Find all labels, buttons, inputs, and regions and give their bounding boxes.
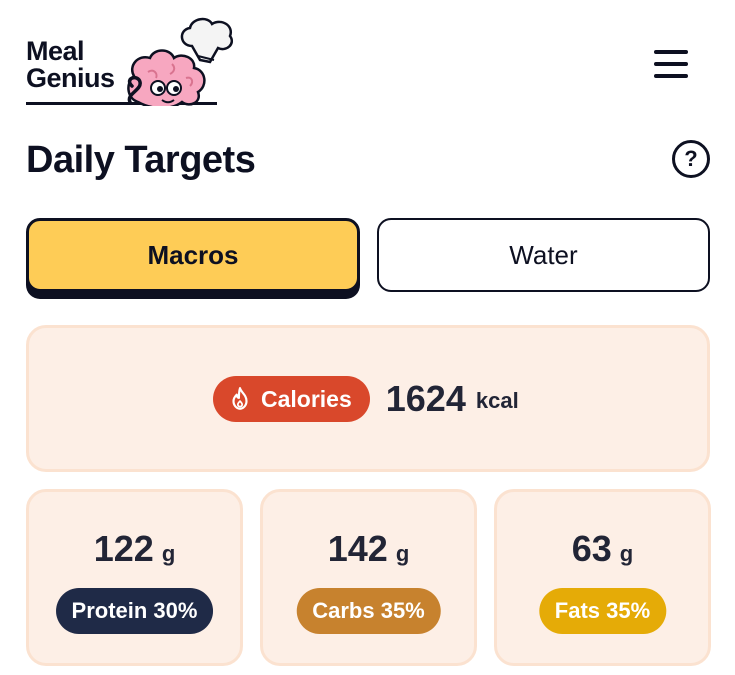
logo-wordmark: Meal Genius: [26, 38, 115, 92]
tab-macros[interactable]: Macros: [26, 218, 360, 292]
flame-icon: [232, 387, 248, 410]
calories-unit: kcal: [475, 388, 519, 413]
carbs-badge: Carbs 35%: [296, 588, 441, 634]
fats-amount: 63 g: [497, 528, 708, 570]
carbs-value: 142: [327, 528, 388, 569]
calories-row: Calories 1624 kcal: [213, 376, 519, 422]
calories-value: 1624: [385, 378, 466, 419]
protein-card: 122 g Protein 30%: [26, 489, 243, 666]
help-glyph: ?: [684, 146, 698, 171]
protein-value: 122: [93, 528, 154, 569]
page-title: Daily Targets: [26, 139, 256, 181]
hamburger-menu-icon[interactable]: [650, 46, 690, 82]
calories-label: Calories: [261, 385, 352, 412]
carbs-unit: g: [395, 541, 410, 566]
logo-line-2: Genius: [26, 63, 115, 93]
fats-badge: Fats 35%: [538, 588, 667, 634]
logo-line-1: Meal: [26, 36, 85, 66]
calories-card: Calories 1624 kcal: [26, 325, 710, 472]
tab-water[interactable]: Water: [377, 218, 710, 292]
tab-water-label: Water: [509, 239, 578, 270]
protein-badge: Protein 30%: [55, 588, 214, 634]
brain-chef-mascot-icon: [127, 17, 234, 106]
protein-amount: 122 g: [29, 528, 240, 570]
fats-card: 63 g Fats 35%: [494, 489, 711, 666]
app-logo[interactable]: Meal Genius: [26, 16, 234, 108]
fats-value: 63: [571, 528, 612, 569]
carbs-amount: 142 g: [263, 528, 474, 570]
help-circle-icon[interactable]: ?: [672, 140, 710, 178]
tab-macros-label: Macros: [147, 239, 239, 270]
calories-badge: Calories: [213, 376, 370, 422]
protein-unit: g: [161, 541, 176, 566]
carbs-card: 142 g Carbs 35%: [260, 489, 477, 666]
fats-unit: g: [619, 541, 634, 566]
